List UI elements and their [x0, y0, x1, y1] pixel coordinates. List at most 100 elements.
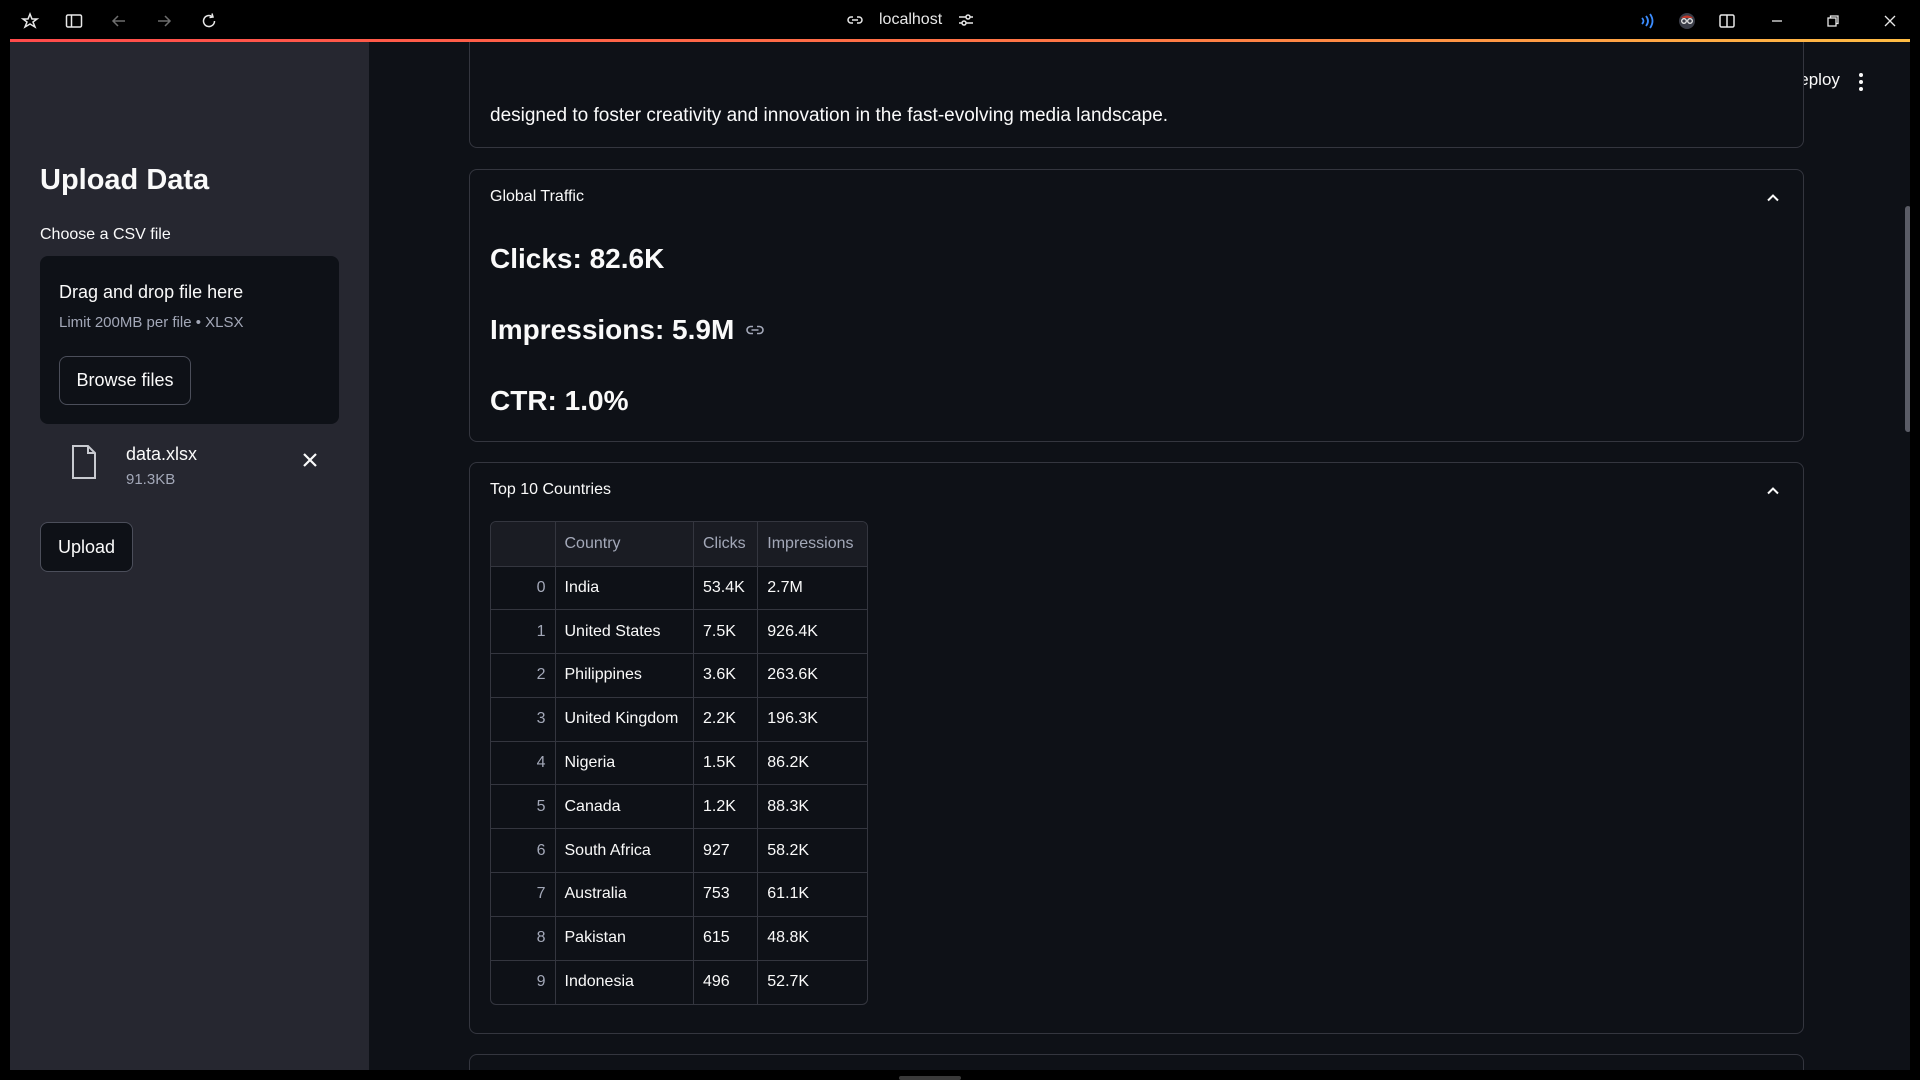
chevron-up-icon[interactable]	[1763, 188, 1783, 208]
table-cell[interactable]: 61.1K	[757, 872, 867, 917]
profile-avatar-icon[interactable]	[1674, 8, 1700, 34]
table-cell[interactable]: 86.2K	[757, 741, 867, 786]
next-expander	[469, 1054, 1804, 1070]
countries-dataframe[interactable]: Country Clicks Impressions 0 India 53.4K 2.7M…	[490, 521, 868, 1005]
read-aloud-icon[interactable]	[1634, 8, 1660, 34]
description-text: designed to foster creativity and innova…	[490, 105, 1169, 126]
url-text[interactable]: localhost	[879, 11, 942, 29]
sidebar: Upload Data Choose a CSV file Drag and d…	[10, 42, 369, 1070]
impressions-metric-text: Impressions: 5.9M	[490, 314, 735, 345]
top-countries-expander: Top 10 Countries Country Clicks Impression…	[469, 462, 1804, 1034]
table-cell[interactable]: 53.4K	[693, 566, 759, 611]
table-row[interactable]: 2 Philippines 3.6K 263.6K	[491, 653, 867, 698]
upload-button[interactable]: Upload	[40, 522, 133, 572]
table-cell[interactable]: Nigeria	[555, 741, 694, 786]
remove-file-icon[interactable]	[298, 448, 322, 472]
forward-icon[interactable]	[151, 8, 177, 34]
column-header[interactable]: Clicks	[693, 522, 759, 567]
table-cell[interactable]: South Africa	[555, 828, 694, 874]
row-index[interactable]: 2	[491, 653, 556, 698]
table-row[interactable]: 6 South Africa 927 58.2K	[491, 828, 867, 874]
file-name: data.xlsx	[126, 444, 198, 464]
table-cell[interactable]: 927	[693, 828, 759, 874]
split-view-icon[interactable]	[1714, 8, 1740, 34]
column-header[interactable]: Impressions	[757, 522, 867, 567]
ctr-metric-text: CTR: 1.0%	[490, 385, 629, 416]
minimize-icon[interactable]	[1764, 8, 1790, 34]
site-settings-icon[interactable]	[956, 10, 976, 30]
table-cell[interactable]: 753	[693, 872, 759, 917]
table-cell[interactable]: Australia	[555, 872, 694, 917]
row-index[interactable]: 5	[491, 784, 556, 830]
global-traffic-header[interactable]: Global Traffic	[490, 188, 584, 206]
table-cell[interactable]: 2.2K	[693, 697, 759, 742]
file-dropzone[interactable]: Drag and drop file here Limit 200MB per …	[40, 256, 339, 424]
row-index[interactable]: 1	[491, 609, 556, 655]
table-cell[interactable]: United States	[555, 609, 694, 655]
table-row[interactable]: 7 Australia 753 61.1K	[491, 872, 867, 917]
reload-icon[interactable]	[196, 8, 222, 34]
browse-files-button[interactable]: Browse files	[59, 356, 191, 405]
table-cell[interactable]: 496	[693, 960, 759, 1004]
file-size: 91.3KB	[126, 471, 176, 488]
address-bar[interactable]: localhost	[845, 6, 976, 34]
table-cell[interactable]: 615	[693, 916, 759, 961]
site-info-icon[interactable]	[845, 10, 865, 30]
row-index[interactable]: 6	[491, 828, 556, 874]
row-index[interactable]: 3	[491, 697, 556, 742]
main-menu-icon[interactable]	[1849, 67, 1873, 97]
table-cell[interactable]: 926.4K	[757, 609, 867, 655]
top-countries-header[interactable]: Top 10 Countries	[490, 481, 611, 499]
table-cell[interactable]: 52.7K	[758, 960, 867, 1004]
table-row[interactable]: 9 Indonesia 496 52.7K	[491, 960, 867, 1004]
uploaded-file: data.xlsx 91.3KB	[40, 440, 339, 502]
window-resize-handle[interactable]	[899, 1076, 961, 1080]
table-cell[interactable]: 7.5K	[693, 609, 759, 655]
anchor-link-icon[interactable]	[744, 319, 766, 341]
table-cell[interactable]: India	[555, 566, 694, 611]
table-cell[interactable]: 58.2K	[757, 828, 867, 874]
table-cell[interactable]: 3.6K	[693, 653, 759, 698]
dropzone-limit: Limit 200MB per file • XLSX	[59, 314, 244, 331]
row-index[interactable]: 4	[491, 741, 556, 786]
table-cell[interactable]: 1.2K	[693, 784, 759, 830]
description-panel: designed to foster creativity and innova…	[469, 42, 1804, 148]
table-cell[interactable]: United Kingdom	[555, 697, 694, 742]
table-row[interactable]: 4 Nigeria 1.5K 86.2K	[491, 741, 867, 786]
close-window-icon[interactable]	[1877, 8, 1903, 34]
index-column-header[interactable]	[491, 522, 556, 567]
table-cell[interactable]: Philippines	[555, 653, 694, 698]
table-cell[interactable]: Pakistan	[555, 916, 694, 961]
table-row[interactable]: 3 United Kingdom 2.2K 196.3K	[491, 697, 867, 742]
table-cell[interactable]: 196.3K	[757, 697, 867, 742]
back-icon[interactable]	[106, 8, 132, 34]
table-cell[interactable]: 2.7M	[757, 566, 867, 611]
browser-logo-icon[interactable]	[17, 8, 43, 34]
row-index[interactable]: 9	[491, 960, 556, 1004]
uploader-label: Choose a CSV file	[40, 226, 171, 243]
column-header[interactable]: Country	[555, 522, 694, 567]
restore-icon[interactable]	[1820, 8, 1846, 34]
table-cell[interactable]: 263.6K	[757, 653, 867, 698]
ctr-metric: CTR: 1.0%	[490, 385, 628, 417]
sidebar-toggle-icon[interactable]	[61, 8, 87, 34]
row-index[interactable]: 0	[491, 566, 556, 611]
table-cell[interactable]: 1.5K	[693, 741, 759, 786]
file-icon	[70, 444, 98, 480]
table-row[interactable]: 5 Canada 1.2K 88.3K	[491, 784, 867, 830]
row-index[interactable]: 8	[491, 916, 556, 961]
table-row[interactable]: 1 United States 7.5K 926.4K	[491, 609, 867, 655]
impressions-metric: Impressions: 5.9M	[490, 314, 766, 346]
clicks-metric: Clicks: 82.6K	[490, 243, 664, 275]
page-scrollbar[interactable]	[1905, 206, 1910, 432]
row-index[interactable]: 7	[491, 872, 556, 917]
sidebar-title: Upload Data	[40, 164, 210, 196]
table-cell[interactable]: Canada	[555, 784, 694, 830]
table-row[interactable]: 0 India 53.4K 2.7M	[491, 566, 867, 611]
table-row[interactable]: 8 Pakistan 615 48.8K	[491, 916, 867, 961]
chevron-up-icon[interactable]	[1763, 481, 1783, 501]
table-cell[interactable]: 88.3K	[757, 784, 867, 830]
browser-toolbar: localhost	[0, 0, 1920, 40]
table-cell[interactable]: Indonesia	[555, 960, 694, 1004]
table-cell[interactable]: 48.8K	[757, 916, 867, 961]
